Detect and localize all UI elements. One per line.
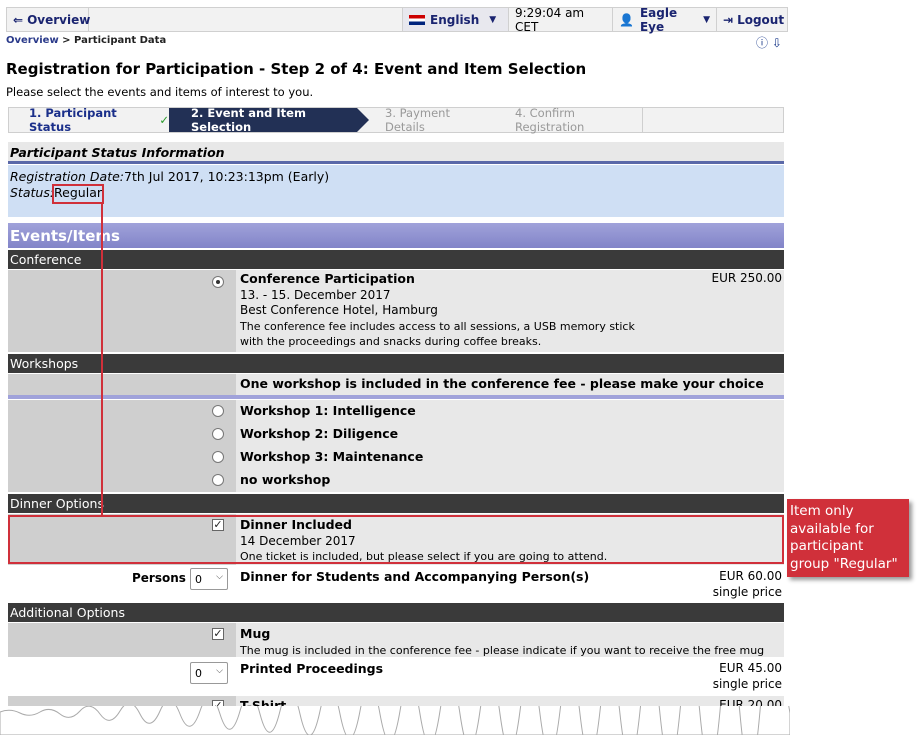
page-title: Registration for Participation - Step 2 … <box>6 60 587 78</box>
workshop-1-radio[interactable] <box>212 405 224 417</box>
help-icon[interactable]: ⓘ <box>756 36 768 50</box>
back-arrow-icon: ⇐ <box>13 12 24 27</box>
top-bar: ⇐ Overview English ▼ 9:29:04 am CET 👤 Eagle… <box>6 6 788 34</box>
section-additional: Additional Options <box>8 603 784 622</box>
language-select[interactable]: English ▼ <box>403 8 509 31</box>
proceedings-row: 0 ⌵ Printed Proceedings EUR 45.00 single p… <box>8 659 784 694</box>
breadcrumb: Overview > Participant Data <box>6 35 167 46</box>
events-items-header: Events/Items <box>8 223 784 248</box>
status-info: Registration Date:7th Jul 2017, 10:23:13… <box>8 165 784 217</box>
conference-row: Conference Participation 13. - 15. Decem… <box>8 270 784 352</box>
checkmark-icon: ✓ <box>155 113 169 127</box>
chevron-down-icon: ⌵ <box>216 666 223 676</box>
chevron-down-icon: ⌵ <box>216 572 223 582</box>
no-workshop-radio[interactable] <box>212 474 224 486</box>
mug-row: ✓ Mug The mug is included in the conferen… <box>8 623 784 657</box>
flag-icon <box>409 14 425 25</box>
status-highlight-box <box>52 184 104 204</box>
step-4: 4. Confirm Registration <box>493 106 643 134</box>
user-menu[interactable]: 👤 Eagle Eye ▼ <box>613 6 717 34</box>
dinner-persons-select[interactable]: 0 ⌵ <box>190 568 228 590</box>
torn-edge <box>0 706 790 735</box>
logout-button[interactable]: ⇥ Logout <box>717 8 787 31</box>
user-icon: 👤 <box>619 12 634 27</box>
download-icon[interactable]: ⇩ <box>772 36 782 50</box>
connector-line <box>101 204 103 515</box>
section-dinner: Dinner Options <box>8 494 784 513</box>
spacer <box>89 8 403 31</box>
conference-price: EUR 250.00 <box>711 271 782 285</box>
section-workshops: Workshops <box>8 354 784 373</box>
conference-radio[interactable] <box>212 276 224 288</box>
workshop-3-radio[interactable] <box>212 451 224 463</box>
status-header: Participant Status Information <box>8 142 784 164</box>
workshops-list: Workshop 1: Intelligence Workshop 2: Dil… <box>8 400 784 492</box>
page-intro: Please select the events and items of in… <box>6 85 314 99</box>
workshop-note-row: One workshop is included in the conferen… <box>8 374 784 395</box>
workshop-2-radio[interactable] <box>212 428 224 440</box>
clock: 9:29:04 am CET <box>509 6 613 34</box>
step-3: 3. Payment Details <box>385 106 450 134</box>
dinner-students-row: Persons 0 ⌵ Dinner for Students and Accom… <box>8 567 784 601</box>
page-tools: ⓘ ⇩ <box>756 34 782 51</box>
chevron-down-icon: ▼ <box>489 14 497 25</box>
proceedings-qty-select[interactable]: 0 ⌵ <box>190 662 228 684</box>
step-1[interactable]: 1. Participant Status ✓ <box>9 106 169 134</box>
section-conference: Conference <box>8 250 784 269</box>
overview-nav[interactable]: ⇐ Overview <box>7 8 90 31</box>
chevron-down-icon: ▼ <box>703 14 710 25</box>
breadcrumb-overview-link[interactable]: Overview <box>6 35 59 46</box>
logout-icon: ⇥ <box>723 12 734 27</box>
callout-note: Item only available for participant grou… <box>787 499 909 577</box>
mug-checkbox[interactable]: ✓ <box>212 628 224 640</box>
step-indicator: 1. Participant Status ✓ 2. Event and Ite… <box>8 106 784 134</box>
dinner-highlight-box <box>8 515 784 564</box>
step-2-current: 2. Event and Item Selection <box>169 106 369 134</box>
